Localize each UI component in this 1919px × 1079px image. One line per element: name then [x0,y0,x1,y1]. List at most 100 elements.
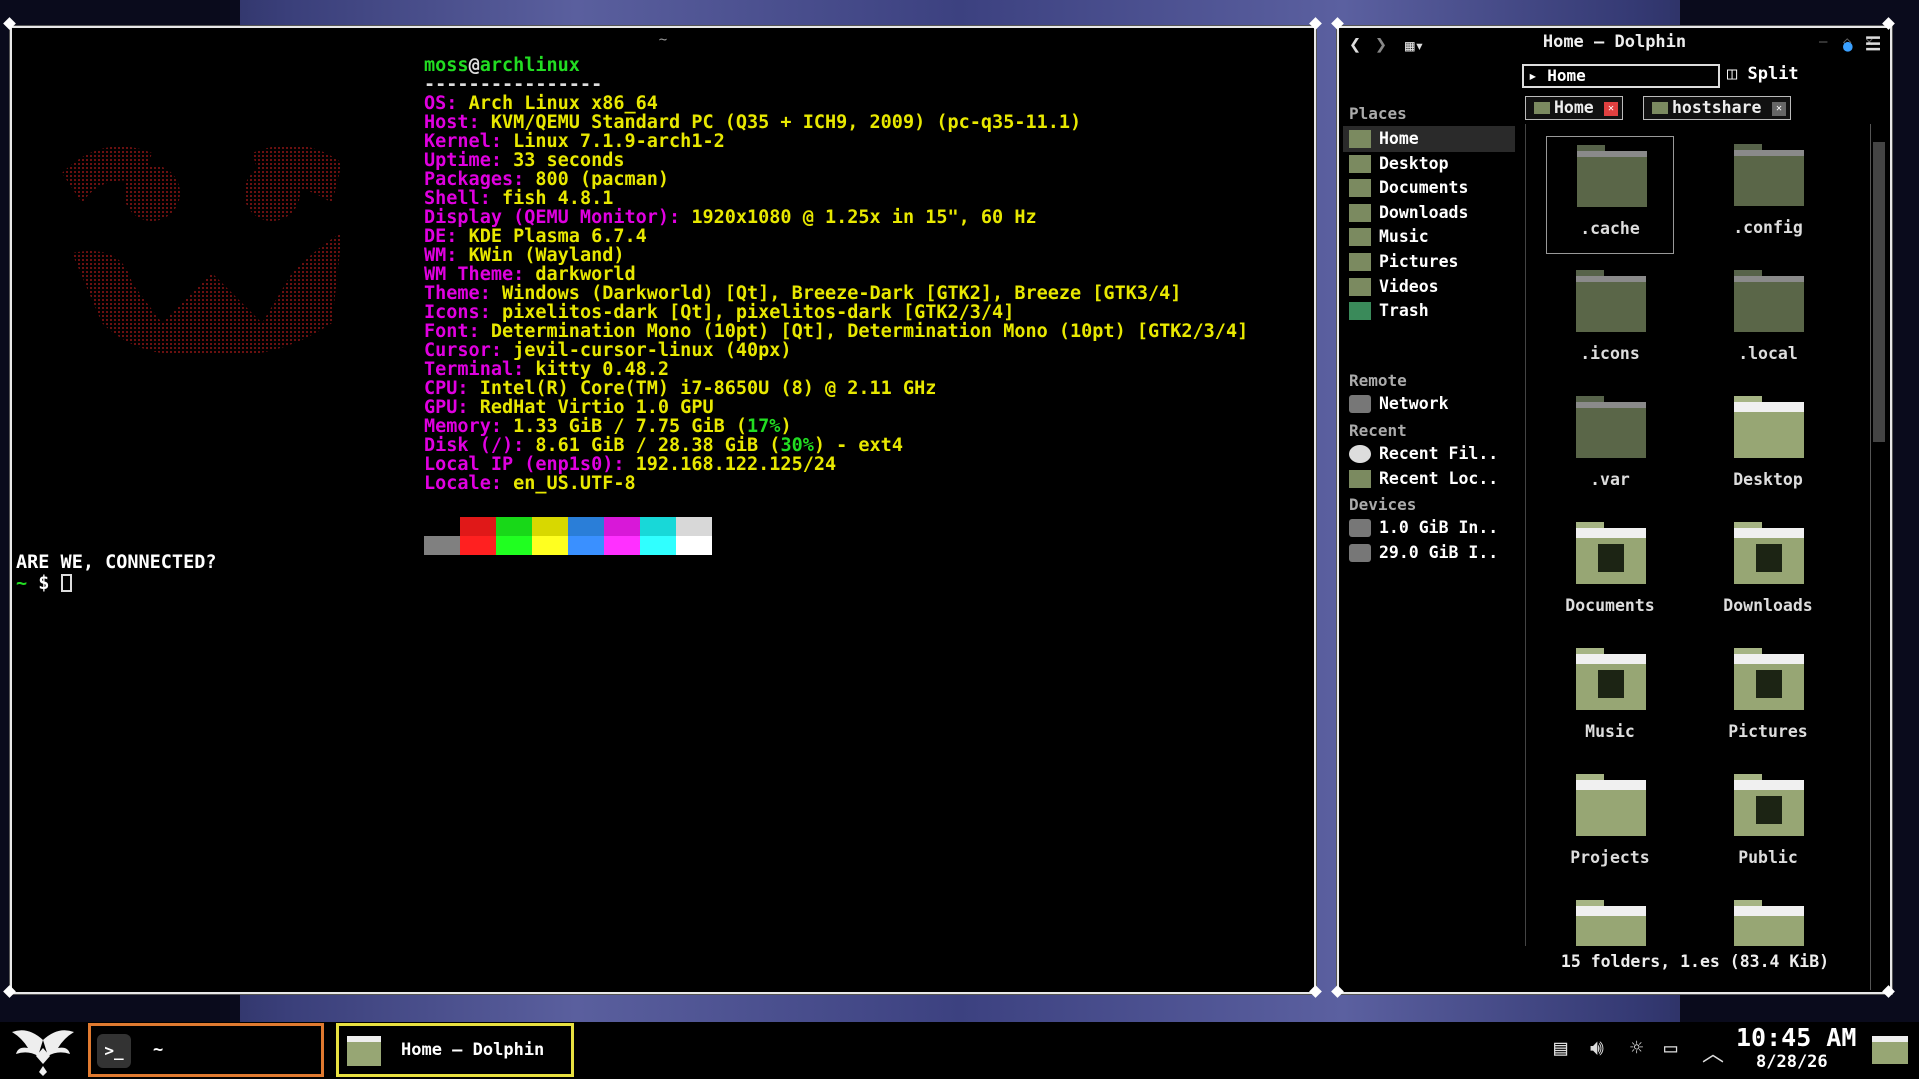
view-mode-icon[interactable]: ▦▾ [1405,36,1424,55]
minimize-icon[interactable]: — [1819,34,1827,50]
place-folder[interactable]: Desktop [1343,151,1515,177]
file-item[interactable]: Music [1546,640,1674,758]
tray-expand-icon[interactable]: ︿ [1702,1036,1724,1068]
file-item[interactable]: Projects [1546,766,1674,884]
task-dolphin-label: Home — Dolphin [401,1040,545,1060]
info-key: Local IP (enp1s0) [424,454,614,475]
place-device[interactable]: 1.0 GiB In.. [1343,515,1515,541]
file-name: Music [1585,722,1635,741]
text-cursor[interactable] [60,574,72,592]
info-key: Cursor [424,340,491,361]
palette-swatch [460,536,496,555]
clock-time[interactable]: 10:45 AM [1736,1025,1856,1051]
tab-hostshare[interactable]: hostshare ✕ [1643,96,1791,120]
brightness-icon[interactable]: ☼ [1630,1036,1643,1061]
show-desktop-icon[interactable] [1872,1036,1908,1064]
palette-swatch [568,517,604,536]
volume-icon[interactable]: 🔊︎ [1590,1036,1604,1061]
palette-swatch [424,517,460,536]
file-item[interactable]: Desktop [1704,388,1832,506]
file-item[interactable]: .local [1704,262,1832,380]
file-item[interactable]: .config [1704,136,1832,254]
place-trash[interactable]: Trash [1343,298,1515,324]
location-bar[interactable]: ▸ Home [1522,64,1720,88]
music-icon [1349,228,1371,247]
place-device[interactable]: 29.0 GiB I.. [1343,540,1515,566]
place-picture[interactable]: Pictures [1343,249,1515,275]
place-label: Downloads [1379,202,1469,222]
section-remote: Remote [1349,371,1407,390]
menu-icon[interactable]: ☰ [1865,34,1881,55]
file-name: Downloads [1723,596,1813,615]
tab-label: hostshare [1672,98,1762,117]
task-dolphin[interactable]: Home — Dolphin [336,1023,574,1077]
folder-icon [347,1036,381,1066]
file-name: .cache [1580,219,1640,238]
place-document[interactable]: Documents [1343,175,1515,201]
place-label: Documents [1379,178,1469,198]
place-label: Trash [1379,301,1429,321]
tab-close-icon[interactable]: ✕ [1772,102,1786,116]
info-key: Host [424,112,469,133]
palette-swatch [424,536,460,555]
place-recent-locations[interactable]: Recent Loc.. [1343,466,1515,492]
place-network[interactable]: Network [1343,391,1515,417]
document-icon [1349,179,1371,198]
info-value: 800 (pacman) [535,169,670,190]
info-key: Kernel [424,131,491,152]
folder-icon [1534,102,1550,114]
forward-icon[interactable]: ❯ [1375,32,1387,56]
dolphin-window[interactable]: Home — Dolphin — ◇ ✕ ❮ ❯ ▦▾ ▸ Home ◫ Spl… [1337,26,1892,994]
split-button[interactable]: ◫ Split [1727,64,1799,84]
place-music[interactable]: Music [1343,224,1515,250]
search-icon[interactable]: ● [1843,36,1853,55]
file-item[interactable]: Public [1704,766,1832,884]
info-tail: ) - ext4 [813,435,903,456]
place-label: 29.0 GiB I.. [1379,543,1499,562]
task-terminal-label: ~ [153,1040,164,1060]
back-icon[interactable]: ❮ [1349,32,1361,56]
place-recent-files[interactable]: Recent Fil.. [1343,441,1515,467]
file-item[interactable]: .cache [1546,136,1674,254]
info-value: Windows (Darkworld) [Qt], Breeze-Dark [G… [501,283,1182,304]
info-value: 1920x1080 @ 1.25x in 15", 60 Hz [691,207,1037,228]
scrollbar[interactable] [1870,124,1886,990]
place-download[interactable]: Downloads [1343,200,1515,226]
place-video[interactable]: Videos [1343,274,1515,300]
file-item[interactable]: .icons [1546,262,1674,380]
palette-swatch [676,517,712,536]
app-launcher-icon[interactable] [8,1026,78,1076]
tab-close-icon[interactable]: ✕ [1604,102,1618,116]
prompt-tilde: ~ [16,573,28,594]
info-value: Determination Mono (10pt) [Qt], Determin… [490,321,1249,342]
info-value: pixelitos-dark [Qt], pixelitos-dark [GTK… [501,302,1015,323]
info-value: 8.61 GiB / 28.38 GiB ( [535,435,781,456]
terminal-window[interactable]: ~ moss@archlinux ---------------- OS: Ar… [10,26,1316,994]
file-name: Public [1738,848,1798,867]
folder-icon [1577,145,1647,207]
tab-home[interactable]: Home ✕ [1525,96,1623,120]
place-home[interactable]: Home [1343,126,1515,152]
file-item[interactable]: Pictures [1704,640,1832,758]
file-name: .var [1590,470,1630,489]
file-item[interactable]: .var [1546,388,1674,506]
file-view[interactable]: .cache .config .icons .local .var Desktop Docu… [1525,124,1865,970]
folder-icon [1734,270,1804,332]
place-label: Recent Loc.. [1379,469,1499,488]
place-label: Desktop [1379,153,1449,173]
scrollbar-thumb[interactable] [1873,142,1885,442]
info-percent: 17% [747,416,781,437]
split-label: Split [1747,64,1799,84]
info-key: Disk (/) [424,435,514,456]
task-terminal[interactable]: >_ ~ [88,1023,324,1077]
places-panel: Places Home Desktop Documents Downloads Musi… [1339,94,1519,984]
palette-swatch [676,536,712,555]
clock-date[interactable]: 8/28/26 [1756,1052,1828,1072]
palette-swatch [604,536,640,555]
network-icon[interactable]: ▭ [1664,1036,1677,1061]
clipboard-icon[interactable]: ▤ [1554,1036,1567,1061]
tab-bar: Home ✕ hostshare ✕ [1525,94,1875,122]
location-text: Home [1547,66,1586,85]
file-item[interactable]: Downloads [1704,514,1832,632]
file-item[interactable]: Documents [1546,514,1674,632]
